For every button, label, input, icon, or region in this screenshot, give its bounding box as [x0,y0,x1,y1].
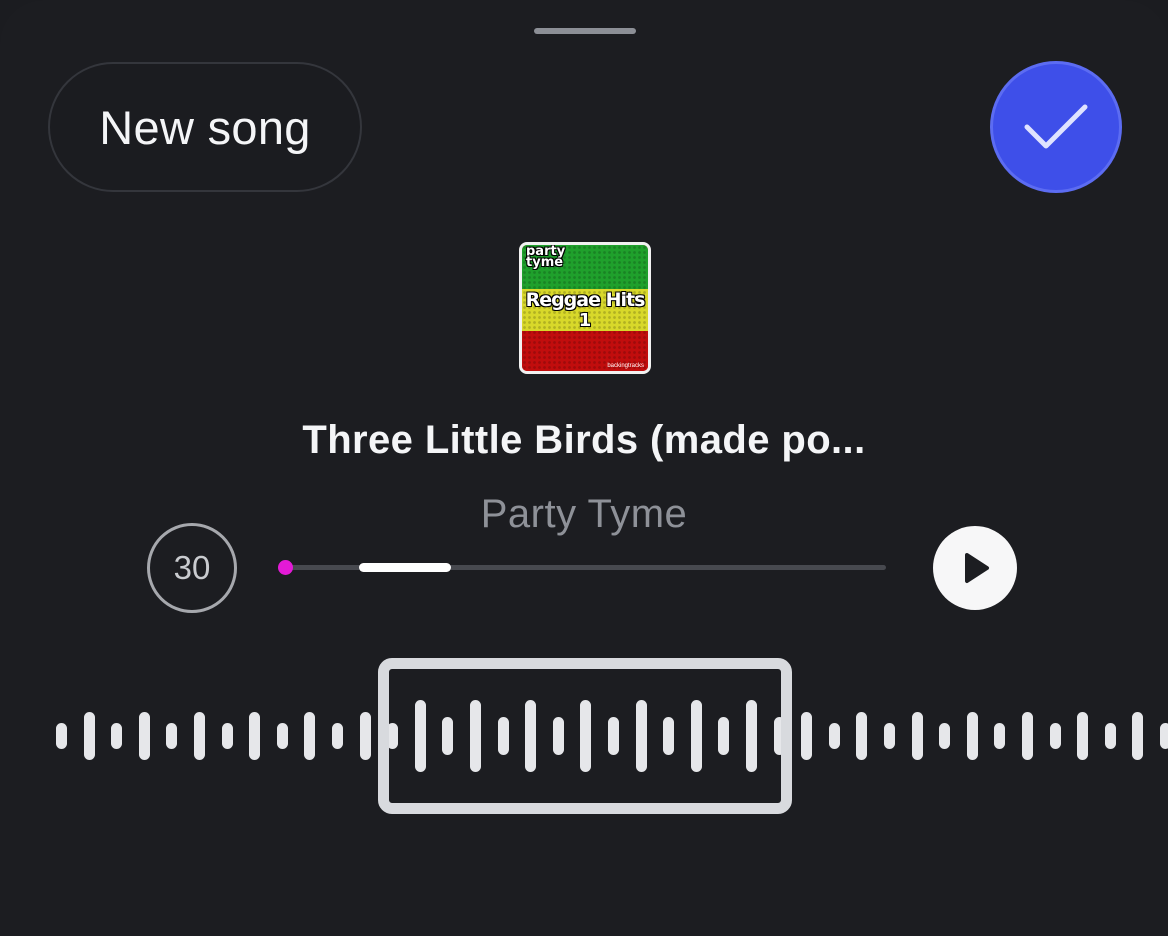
clip-duration-button[interactable]: 30 [147,523,237,613]
waveform-bar [1050,723,1061,749]
waveform-bar [139,712,150,760]
album-art-footer: backingtracks [607,363,644,369]
album-artwork: party tyme Reggae Hits 1 backingtracks [519,242,651,374]
new-song-button[interactable]: New song [48,62,362,192]
waveform-bar [912,712,923,760]
new-song-label: New song [99,100,311,154]
waveform-bar [194,712,205,760]
waveform-bar [1022,712,1033,760]
waveform-bar [1132,712,1143,760]
song-title: Three Little Birds (made po... [302,418,866,462]
play-icon [965,553,989,583]
album-brand-logo: party tyme [526,244,566,270]
sheet-grabber[interactable] [534,28,636,34]
song-picker-sheet: New song party tyme Reggae Hits 1 backin… [0,0,1168,936]
playhead-dot[interactable] [278,560,293,575]
album-art-number: 1 [578,310,592,331]
song-progress-bar[interactable] [278,556,886,580]
waveform-bar [360,712,371,760]
confirm-button[interactable] [990,61,1122,193]
waveform-bar [884,723,895,749]
waveform-bar [332,723,343,749]
clip-duration-label: 30 [173,549,211,586]
waveform-bar [1077,712,1088,760]
waveform-bar [166,723,177,749]
waveform-bar [967,712,978,760]
waveform-bar [56,723,67,749]
waveform-bar [84,712,95,760]
waveform-bar [829,723,840,749]
waveform-bar [856,712,867,760]
waveform-bar [222,723,233,749]
waveform-bar [1105,723,1116,749]
waveform-bar [304,712,315,760]
waveform-bar [994,723,1005,749]
waveform-bar [939,723,950,749]
waveform-bar [249,712,260,760]
clip-segment-indicator [359,563,451,572]
play-button[interactable] [933,526,1017,610]
waveform-bar [801,712,812,760]
waveform-bar [1160,723,1168,749]
checkmark-icon [1024,104,1088,149]
waveform-bar [111,723,122,749]
artist-name: Party Tyme [480,492,688,536]
waveform-bar [277,723,288,749]
clip-selection-window[interactable] [378,658,792,814]
album-art-title: Reggae Hits [525,289,646,311]
